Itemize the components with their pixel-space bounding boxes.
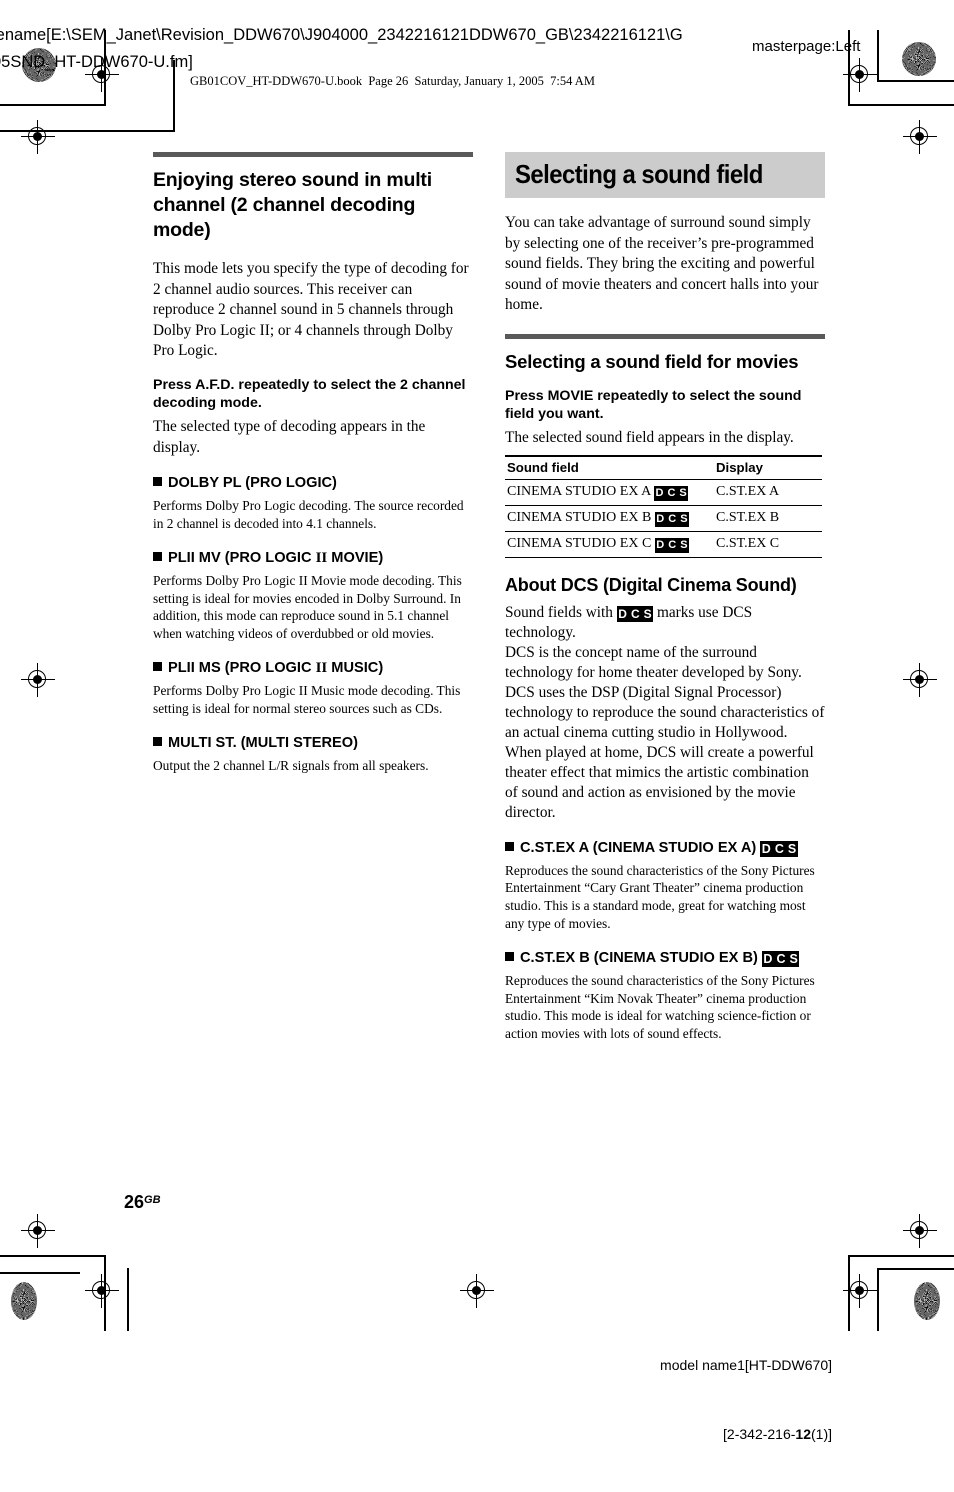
cell-display: C.ST.EX B (714, 505, 822, 532)
dcs-badge-icon: DCS (654, 537, 690, 553)
proof-part-number: [2-342-216-12(1)] (660, 1423, 832, 1446)
cell-display: C.ST.EX A (714, 479, 822, 506)
left-column: Enjoying stereo sound in multi channel (… (153, 152, 473, 788)
badge-letter-d: D (760, 840, 773, 858)
mode-heading-dolby-pl: DOLBY PL (PRO LOGIC) (153, 474, 473, 493)
badge-letter-s: S (787, 950, 800, 968)
page-number-locale: GB (144, 1194, 161, 1206)
left-intro-paragraph: This mode lets you specify the type of d… (153, 260, 469, 360)
movies-section-title: Selecting a sound field for movies (505, 350, 799, 372)
badge-letter-d: D (761, 950, 774, 968)
roman-two-glyph: II (315, 659, 328, 676)
square-bullet-icon (505, 841, 514, 851)
badge-letter-c: C (773, 840, 786, 858)
mode-heading-text: MULTI ST. (MULTI STEREO) (168, 734, 358, 751)
badge-letter-d: D (654, 511, 666, 527)
dcs-badge-icon: DCS (654, 485, 689, 501)
badge-letter-s: S (786, 840, 798, 858)
mode-heading-text: PLII MS (PRO LOGIC (168, 659, 316, 676)
badge-letter-s: S (678, 511, 690, 527)
badge-letter-d: D (654, 485, 665, 501)
column-header-sound-field: Sound field (505, 454, 714, 480)
about-dcs-paragraph-1: Sound fields with DCS marks use DCS tech… (505, 603, 825, 643)
badge-letter-s: S (678, 537, 690, 553)
dcs-badge-icon: DCS (654, 511, 690, 527)
dcs-badge-icon: DCS (760, 840, 798, 858)
sound-field-name: CINEMA STUDIO EX C (507, 535, 652, 551)
field-heading-text: C.ST.EX A (CINEMA STUDIO EX A) (520, 839, 757, 856)
left-section-title: Enjoying stereo sound in multi channel (… (153, 169, 432, 241)
square-bullet-icon (505, 951, 514, 961)
table-header-row: Sound field Display (505, 454, 822, 480)
square-bullet-icon (153, 477, 162, 487)
mode-heading-multi-st: MULTI ST. (MULTI STEREO) (153, 734, 473, 753)
chapter-banner-title: Selecting a sound field (515, 159, 763, 189)
right-column: Selecting a sound field You can take adv… (505, 152, 825, 1057)
part-number-suffix: (1)] (811, 1426, 832, 1442)
badge-letter-s: S (677, 485, 689, 501)
mode-body-plii-ms: Performs Dolby Pro Logic II Music mode d… (153, 682, 461, 716)
cell-sound-field: CINEMA STUDIO EX A DCS (505, 479, 714, 506)
badge-letter-c: C (666, 511, 678, 527)
mode-heading-plii-ms: PLII MS (PRO LOGIC II MUSIC) (153, 659, 473, 678)
mode-heading-plii-mv: PLII MV (PRO LOGIC II MOVIE) (153, 549, 473, 568)
about-text-pre: Sound fields with (505, 603, 617, 621)
badge-letter-c: C (666, 537, 678, 553)
cell-sound-field: CINEMA STUDIO EX C DCS (505, 531, 714, 558)
right-intro-paragraph: You can take advantage of surround sound… (505, 214, 819, 314)
field-heading-cstex-b: C.ST.EX B (CINEMA STUDIO EX B) DCS (505, 949, 825, 968)
sound-field-name: CINEMA STUDIO EX A (507, 483, 651, 499)
table-row: CINEMA STUDIO EX C DCS C.ST.EX C (505, 531, 822, 558)
mode-heading-text: PLII MV (PRO LOGIC (168, 549, 316, 566)
sound-field-name: CINEMA STUDIO EX B (507, 509, 652, 525)
badge-letter-c: C (665, 485, 677, 501)
chapter-banner: Selecting a sound field (505, 152, 825, 198)
page-number: 26GB (124, 1192, 161, 1213)
square-bullet-icon (153, 551, 162, 561)
badge-letter-s: S (642, 605, 654, 622)
mode-heading-text: DOLBY PL (PRO LOGIC) (168, 475, 337, 492)
table-row: CINEMA STUDIO EX A DCS C.ST.EX A (505, 479, 822, 506)
movie-procedure-heading: Press MOVIE repeatedly to select the sou… (505, 387, 802, 423)
part-number-prefix: [2-342-216- (723, 1426, 796, 1442)
badge-letter-c: C (774, 950, 787, 968)
field-body-cstex-b: Reproduces the sound characteristics of … (505, 972, 815, 1042)
mode-heading-text-post: MUSIC) (327, 659, 384, 676)
afd-procedure-note: The selected type of decoding appears in… (153, 417, 426, 456)
field-heading-text: C.ST.EX B (CINEMA STUDIO EX B) (520, 949, 758, 966)
mode-body-multi-st: Output the 2 channel L/R signals from al… (153, 757, 429, 773)
page-number-value: 26 (124, 1192, 145, 1212)
dcs-badge-icon: DCS (761, 950, 800, 968)
badge-letter-d: D (616, 605, 629, 622)
movies-section-rule (505, 333, 825, 339)
about-dcs-title: About DCS (Digital Cinema Sound) (505, 574, 797, 595)
section-rule (153, 152, 473, 157)
square-bullet-icon (153, 661, 162, 671)
about-dcs-paragraph-2: DCS is the concept name of the surround … (505, 643, 825, 741)
part-number-bold: 12 (795, 1426, 811, 1442)
roman-two-glyph: II (315, 549, 328, 566)
badge-letter-c: C (629, 605, 642, 622)
badge-letter-d: D (654, 537, 666, 553)
square-bullet-icon (153, 736, 162, 746)
sound-field-table: Sound field Display CINEMA STUDIO EX A D… (505, 454, 822, 558)
movie-procedure-note: The selected sound field appears in the … (505, 428, 794, 446)
dcs-badge-icon: DCS (616, 605, 654, 622)
table-row: CINEMA STUDIO EX B DCS C.ST.EX B (505, 505, 822, 532)
field-body-cstex-a: Reproduces the sound characteristics of … (505, 862, 815, 931)
mode-heading-text-post: MOVIE) (327, 549, 384, 566)
cell-display: C.ST.EX C (714, 531, 822, 558)
mode-body-dolby-pl: Performs Dolby Pro Logic decoding. The s… (153, 498, 464, 531)
afd-procedure-heading: Press A.F.D. repeatedly to select the 2 … (153, 376, 466, 412)
manual-page: Enjoying stereo sound in multi channel (… (0, 0, 954, 1364)
about-dcs-paragraph-3: When played at home, DCS will create a p… (505, 743, 814, 821)
column-header-display: Display (714, 454, 822, 480)
field-heading-cstex-a: C.ST.EX A (CINEMA STUDIO EX A) DCS (505, 839, 825, 858)
mode-body-plii-mv: Performs Dolby Pro Logic II Movie mode d… (153, 572, 462, 642)
cell-sound-field: CINEMA STUDIO EX B DCS (505, 505, 714, 532)
